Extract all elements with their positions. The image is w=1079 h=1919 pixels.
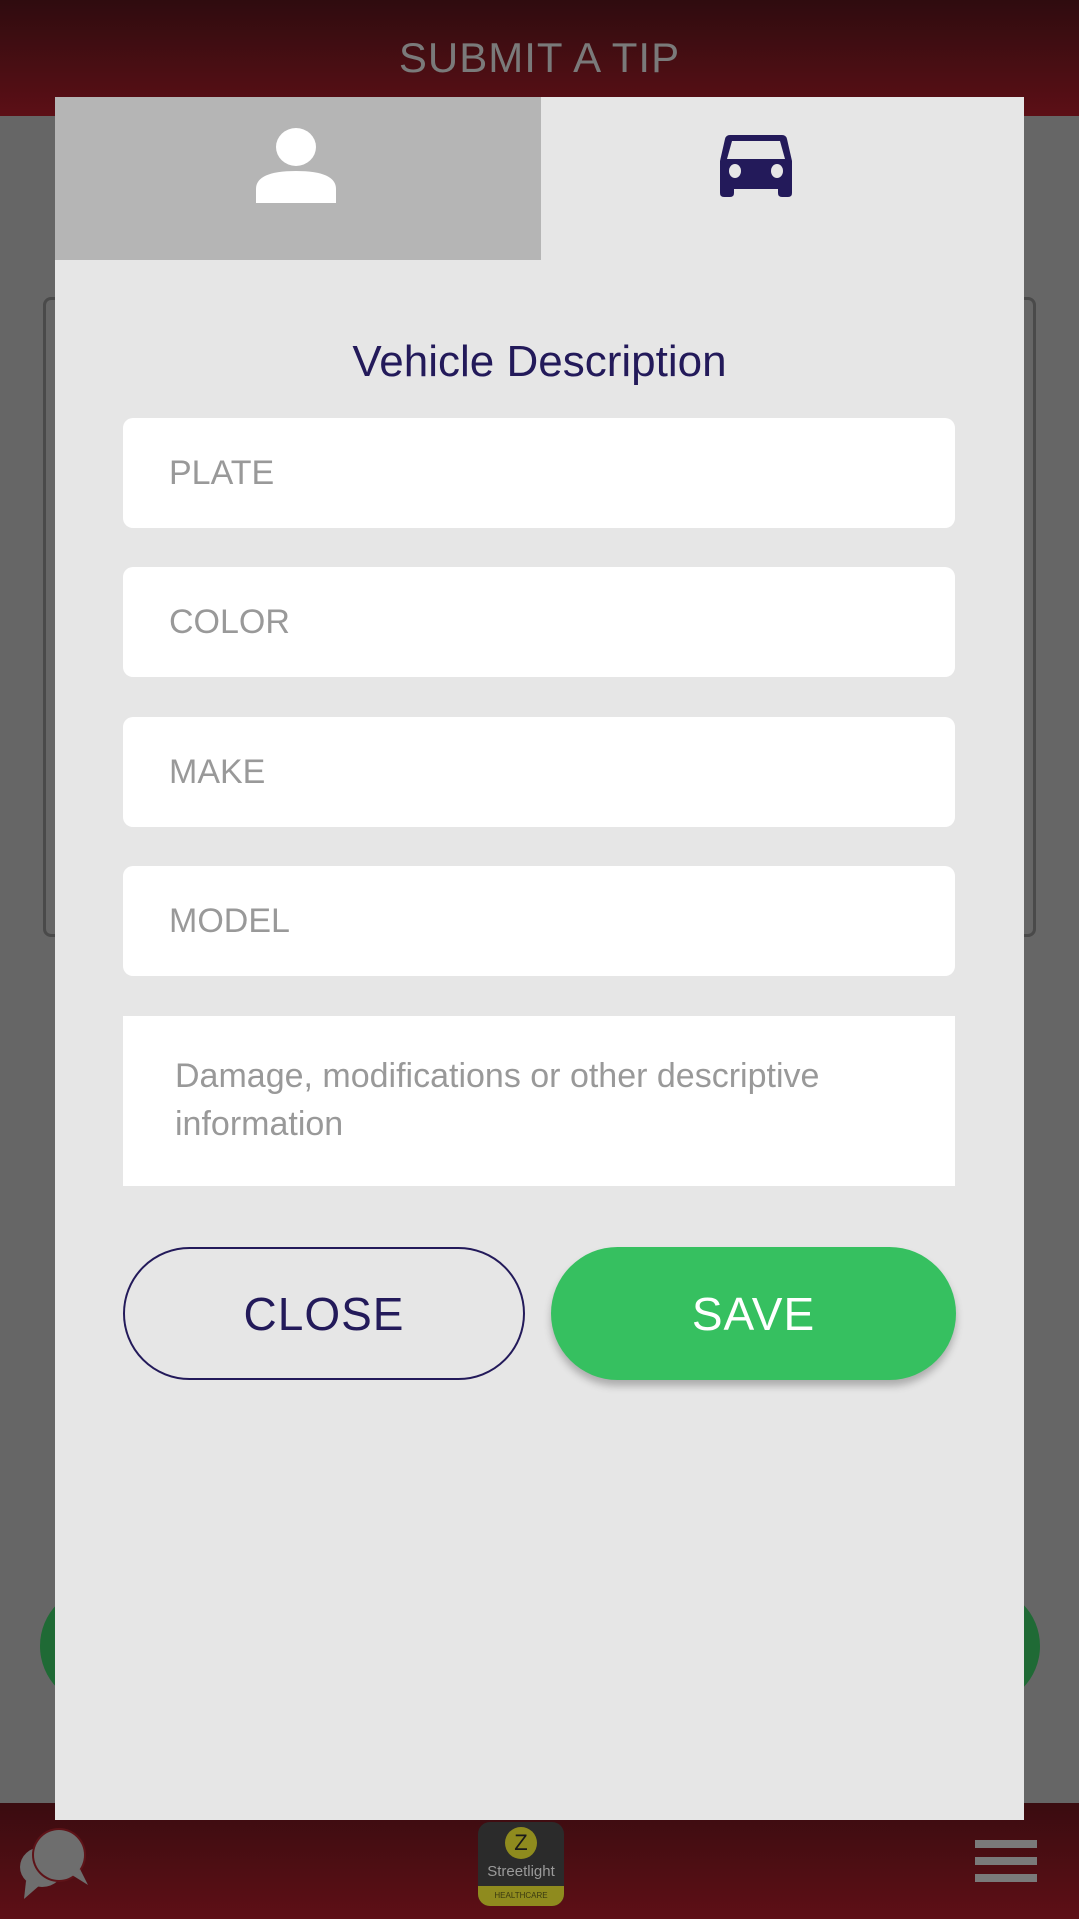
header-title: SUBMIT A TIP — [398, 34, 681, 81]
logo-tagline: HEALTHCARE — [478, 1886, 564, 1906]
vehicle-description-modal: Vehicle Description CLOSE SAVE — [55, 97, 1024, 1820]
person-icon — [256, 128, 336, 203]
save-button[interactable]: SAVE — [551, 1247, 956, 1380]
model-input[interactable] — [123, 866, 955, 976]
modal-title: Vehicle Description — [352, 337, 727, 386]
logo-name: Streetlight — [487, 1863, 555, 1880]
details-textarea[interactable] — [123, 1016, 955, 1186]
plate-input[interactable] — [123, 418, 955, 528]
logo-letter: Z — [505, 1827, 537, 1859]
close-button[interactable]: CLOSE — [123, 1247, 525, 1380]
hamburger-menu-icon[interactable] — [975, 1840, 1037, 1884]
make-input[interactable] — [123, 717, 955, 827]
car-icon — [720, 135, 792, 197]
tab-person[interactable] — [55, 97, 541, 260]
tab-vehicle[interactable] — [541, 97, 1024, 260]
app-logo[interactable]: Z Streetlight HEALTHCARE — [478, 1822, 564, 1906]
modal-tabs — [55, 97, 1024, 260]
chat-bubbles-icon[interactable] — [10, 1825, 90, 1905]
color-input[interactable] — [123, 567, 955, 677]
